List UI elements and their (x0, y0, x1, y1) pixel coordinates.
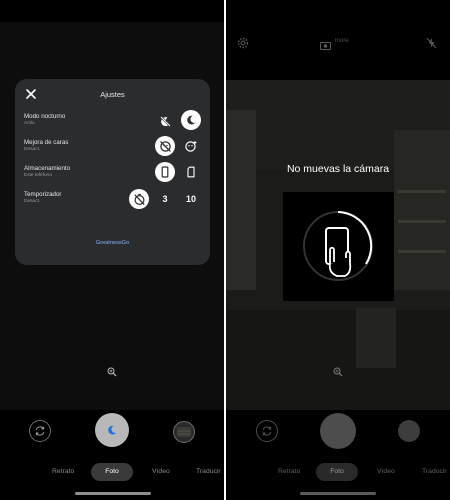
mode-traducir[interactable]: Traducir (422, 463, 447, 481)
mode-selector: Retrato Foto Vídeo Traducir (226, 463, 450, 481)
zoom-icon[interactable] (107, 364, 117, 382)
mode-foto[interactable]: Foto (316, 463, 358, 481)
phone-icon[interactable] (155, 162, 175, 182)
setting-status: Desact. (24, 147, 41, 152)
scene-floor (226, 310, 450, 410)
camera-mode-icon (320, 37, 331, 55)
flip-camera-icon (35, 426, 45, 436)
setting-row-night-mode: Modo nocturno Activ. (24, 113, 65, 126)
footer-text: GreatnessGo (95, 240, 130, 246)
zoom-icon[interactable] (333, 364, 343, 382)
setting-status: Desact. (24, 199, 41, 204)
setting-status: Activ. (24, 121, 36, 126)
timer-3s-option[interactable]: 3 (155, 189, 175, 209)
setting-label: Temporizador (24, 191, 62, 198)
gallery-thumbnail[interactable] (173, 421, 195, 443)
setting-label: Modo nocturno (24, 113, 66, 120)
shutter-button[interactable] (320, 413, 356, 449)
setting-label: Mejora de caras (24, 139, 69, 146)
face-retouch-off-icon[interactable] (155, 136, 175, 156)
gallery-thumbnail[interactable] (398, 420, 420, 442)
hold-phone-icon (303, 211, 373, 281)
flip-camera-icon (262, 426, 272, 436)
scene-shelf (394, 130, 450, 290)
timer-10s-option[interactable]: 10 (181, 189, 201, 209)
setting-label: Almacenamiento (24, 165, 71, 172)
scene-door-left (226, 110, 256, 290)
timer-off-icon[interactable] (129, 189, 149, 209)
right-phone-screen: more No muevas la cámara Retrato Foto Ví… (226, 0, 450, 500)
mode-retrato[interactable]: Retrato (278, 463, 300, 481)
setting-row-storage: Almacenamiento Este teléfono (24, 165, 70, 178)
hold-steady-indicator (283, 192, 394, 301)
mode-selector: Retrato Foto Vídeo Traducir (0, 463, 224, 481)
night-moon-icon (108, 425, 117, 435)
scene-shelf-line (398, 220, 446, 223)
flip-camera-button[interactable] (256, 420, 278, 442)
mode-foto[interactable]: Foto (91, 463, 133, 481)
thumbnail-image-icon (177, 427, 191, 437)
face-retouch-icon[interactable] (181, 136, 201, 156)
moon-icon[interactable] (181, 110, 201, 130)
steady-message: No muevas la cámara (286, 163, 390, 175)
settings-title: Ajustes (100, 90, 125, 99)
gesture-nav-bar[interactable] (300, 492, 376, 495)
setting-status: Este teléfono (24, 173, 53, 178)
setting-row-timer: Temporizador Desact. (24, 191, 61, 204)
flash-off-icon[interactable] (426, 36, 437, 54)
settings-gear-icon[interactable] (237, 36, 249, 54)
scene-shelf-line (398, 190, 446, 193)
settings-footer-link[interactable]: GreatnessGo (15, 240, 210, 246)
mode-retrato[interactable]: Retrato (52, 463, 74, 481)
left-phone-screen: Ajustes Modo nocturno Activ. Mejora de c… (0, 0, 224, 500)
moon-off-icon[interactable] (155, 111, 175, 131)
flip-camera-button[interactable] (29, 420, 51, 442)
mode-video[interactable]: Vídeo (377, 463, 395, 481)
setting-row-face-retouch: Mejora de caras Desact. (24, 139, 68, 152)
sd-card-icon[interactable] (181, 162, 201, 182)
mode-traducir[interactable]: Traducir (196, 463, 221, 481)
top-label: more (335, 38, 349, 44)
shutter-button[interactable] (95, 413, 129, 447)
settings-panel: Ajustes Modo nocturno Activ. Mejora de c… (15, 79, 210, 265)
mode-video[interactable]: Vídeo (152, 463, 170, 481)
scene-shelf-line (398, 250, 446, 253)
top-bar: more (226, 22, 450, 62)
gesture-nav-bar[interactable] (75, 492, 151, 495)
scene-furniture (356, 308, 396, 368)
